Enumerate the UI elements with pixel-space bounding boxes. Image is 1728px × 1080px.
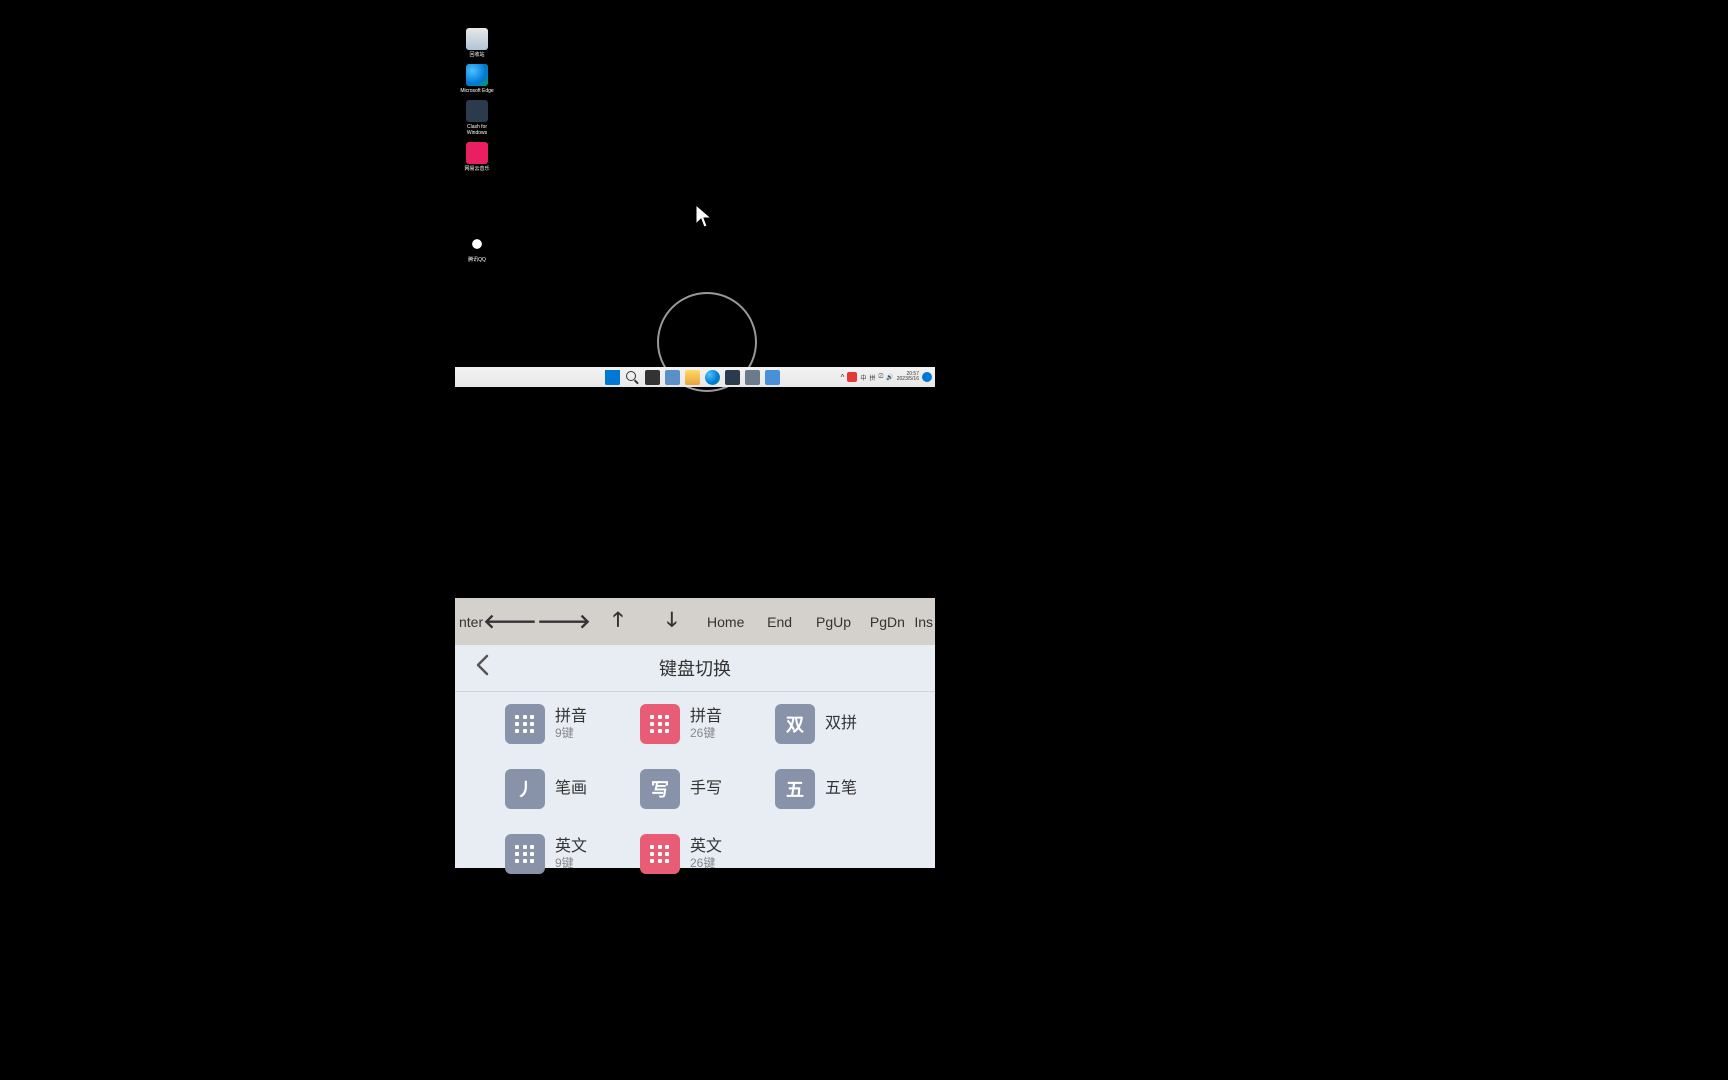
taskbar-app-2[interactable] — [725, 370, 740, 385]
keyboard-option-bihua[interactable]: 丿 笔画 — [505, 769, 615, 809]
edge-taskbar-button[interactable] — [705, 370, 720, 385]
bihua-icon: 丿 — [505, 769, 545, 809]
keyboard-option-pinyin-26[interactable]: 拼音 26键 — [640, 704, 750, 744]
option-text: 双拼 — [825, 714, 857, 733]
task-view-button[interactable] — [645, 370, 660, 385]
mouse-cursor-icon — [695, 204, 713, 230]
taskbar-center — [605, 370, 780, 385]
enter-key[interactable]: nter — [457, 614, 483, 630]
keyboard-option-wubi[interactable]: 五 五笔 — [775, 769, 885, 809]
icon-label: 网易云音乐 — [464, 166, 489, 172]
keyboard-option-english-9[interactable]: 英文 9键 — [505, 834, 615, 874]
icon-label: 腾讯QQ — [468, 257, 486, 263]
taskbar-app-4[interactable] — [765, 370, 780, 385]
desktop-icon-edge[interactable]: Microsoft Edge — [459, 64, 495, 94]
taskbar-app-3[interactable] — [745, 370, 760, 385]
icon-label: Clash for Windows — [459, 124, 495, 136]
option-sub: 26键 — [690, 726, 722, 740]
file-explorer-button[interactable] — [685, 370, 700, 385]
qq-icon — [466, 233, 488, 255]
option-text: 笔画 — [555, 779, 587, 798]
pgup-key[interactable]: PgUp — [807, 614, 861, 630]
arrow-right-key[interactable]: 🡒 — [537, 609, 591, 634]
keyboard-options-grid: 拼音 9键 拼音 26键 双 双拼 — [455, 692, 935, 874]
handwrite-icon: 写 — [640, 769, 680, 809]
option-text: 手写 — [690, 779, 722, 798]
desktop-icon-recycle-bin[interactable]: 回收站 — [459, 28, 495, 58]
pgdn-key[interactable]: PgDn — [860, 614, 914, 630]
option-text: 拼音 9键 — [555, 707, 587, 741]
volume-icon[interactable]: 🔊 — [886, 374, 893, 381]
option-name: 拼音 — [555, 707, 587, 726]
arrow-left-key[interactable]: 🡐 — [483, 609, 537, 634]
clock[interactable]: 20:57 2023/5/16 — [897, 372, 919, 382]
arrow-up-key[interactable]: 🡑 — [591, 605, 645, 639]
ime-mode-indicator[interactable]: 拼 — [869, 373, 875, 382]
option-sub: 9键 — [555, 726, 587, 740]
edge-icon — [466, 64, 488, 86]
navigation-keys-row: nter 🡐 🡒 🡑 🡓 Home End PgUp PgDn Ins — [455, 598, 935, 645]
keyboard-option-shuangpin[interactable]: 双 双拼 — [775, 704, 885, 744]
option-name: 手写 — [690, 779, 722, 798]
end-key[interactable]: End — [753, 614, 807, 630]
home-key[interactable]: Home — [699, 614, 753, 630]
arrow-down-key[interactable]: 🡓 — [645, 605, 699, 639]
option-name: 双拼 — [825, 714, 857, 733]
option-name: 笔画 — [555, 779, 587, 798]
option-name: 英文 — [690, 837, 722, 856]
recycle-bin-icon — [466, 28, 488, 50]
ins-key[interactable]: Ins — [914, 614, 933, 630]
keyboard-row: 拼音 9键 拼音 26键 双 双拼 — [505, 704, 885, 744]
option-name: 拼音 — [690, 707, 722, 726]
option-sub: 9键 — [555, 856, 587, 870]
back-button[interactable] — [475, 654, 489, 682]
system-tray: ^ 中 拼 ⎚ 🔊 20:57 2023/5/16 — [841, 372, 932, 382]
option-text: 英文 26键 — [690, 837, 722, 871]
desktop-icons: 回收站 Microsoft Edge Clash for Windows 网易云… — [459, 28, 495, 263]
keyboard-row: 英文 9键 英文 26键 — [505, 834, 885, 874]
option-text: 拼音 26键 — [690, 707, 722, 741]
search-button[interactable] — [625, 370, 640, 385]
keyboard-option-english-26[interactable]: 英文 26键 — [640, 834, 750, 874]
date-text: 2023/5/16 — [897, 377, 919, 382]
icon-label: 回收站 — [469, 52, 484, 58]
keyboard-row: 丿 笔画 写 手写 五 五笔 — [505, 769, 885, 809]
tray-overflow-icon[interactable]: ^ — [841, 373, 845, 382]
windows-taskbar: ^ 中 拼 ⎚ 🔊 20:57 2023/5/16 — [455, 367, 935, 387]
desktop-icon-qq[interactable]: 腾讯QQ — [459, 233, 495, 263]
netease-music-icon — [466, 142, 488, 164]
grid-keyboard-icon — [640, 834, 680, 874]
option-sub: 26键 — [690, 856, 722, 870]
shuangpin-icon: 双 — [775, 704, 815, 744]
tray-icon[interactable]: ⎚ — [878, 374, 883, 381]
panel-title: 键盘切换 — [455, 655, 935, 681]
ime-indicator[interactable]: 中 — [860, 373, 866, 382]
icon-label: Microsoft Edge — [460, 88, 493, 94]
grid-keyboard-icon — [640, 704, 680, 744]
keyboard-option-pinyin-9[interactable]: 拼音 9键 — [505, 704, 615, 744]
notification-icon[interactable] — [922, 372, 932, 382]
taskbar-app-1[interactable] — [665, 370, 680, 385]
clash-icon — [466, 100, 488, 122]
option-name: 五笔 — [825, 779, 857, 798]
tray-app-icon[interactable] — [847, 372, 857, 382]
option-text: 五笔 — [825, 779, 857, 798]
grid-keyboard-icon — [505, 704, 545, 744]
panel-header: 键盘切换 — [455, 645, 935, 692]
start-button[interactable] — [605, 370, 620, 385]
keyboard-switch-panel: 键盘切换 拼音 9键 — [455, 645, 935, 868]
wubi-icon: 五 — [775, 769, 815, 809]
option-name: 英文 — [555, 837, 587, 856]
phone-viewport: 回收站 Microsoft Edge Clash for Windows 网易云… — [455, 0, 935, 868]
grid-keyboard-icon — [505, 834, 545, 874]
desktop-icon-clash[interactable]: Clash for Windows — [459, 100, 495, 136]
keyboard-option-handwrite[interactable]: 写 手写 — [640, 769, 750, 809]
option-text: 英文 9键 — [555, 837, 587, 871]
remote-desktop[interactable]: 回收站 Microsoft Edge Clash for Windows 网易云… — [455, 0, 935, 387]
desktop-icon-netease[interactable]: 网易云音乐 — [459, 142, 495, 172]
